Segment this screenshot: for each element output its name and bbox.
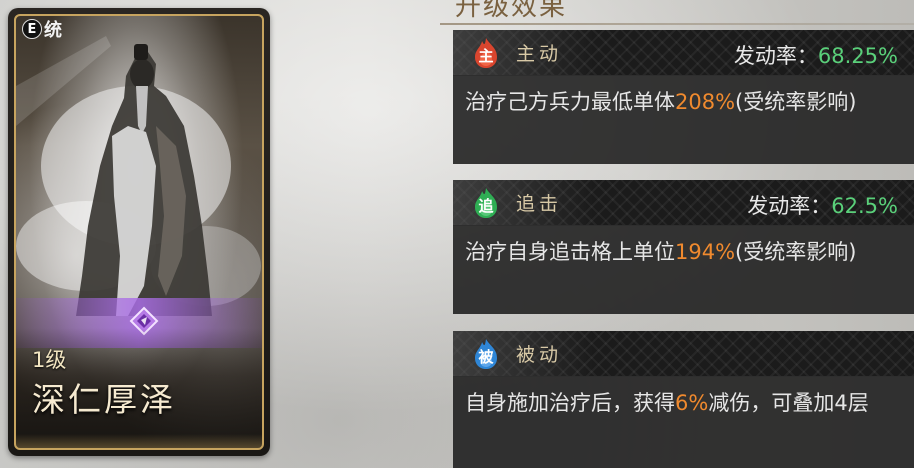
frame-corner: [16, 428, 36, 448]
title-divider: [440, 23, 914, 25]
command-badge: E 统: [16, 14, 68, 44]
skill-pursuit: 追 追击 发动率：62.5% 治疗自身追击格上单位194%(受统率影响): [453, 180, 914, 314]
active-flame-icon: 主: [470, 37, 502, 69]
skill-header: 被 被动: [453, 331, 914, 377]
trigger-rate: 发动率：62.5%: [747, 190, 898, 220]
frame-corner: [242, 428, 262, 448]
highlight-value: 208%: [675, 90, 736, 114]
skill-description: 治疗自身追击格上单位194%(受统率影响): [465, 240, 857, 264]
skill-description: 治疗己方兵力最低单体208%(受统率影响): [465, 90, 857, 114]
trigger-rate: 发动率：68.25%: [734, 40, 898, 70]
skill-description: 自身施加治疗后，获得6%减伤，可叠加4层: [465, 391, 869, 415]
skill-passive: 被 被动 自身施加治疗后，获得6%减伤，可叠加4层: [453, 331, 914, 468]
skill-type-label: 追击: [516, 193, 563, 215]
badge-label: 统: [44, 20, 62, 41]
highlight-value: 194%: [675, 240, 736, 264]
highlight-value: 6%: [675, 391, 709, 415]
rate-value: 68.25%: [817, 44, 898, 68]
card-name: 深仁厚泽: [32, 380, 176, 419]
passive-flame-icon: 被: [470, 338, 502, 370]
skill-header: 主 主动 发动率：68.25%: [453, 30, 914, 76]
skill-active: 主 主动 发动率：68.25% 治疗己方兵力最低单体208%(受统率影响): [453, 30, 914, 164]
card-level: 1级: [32, 348, 67, 372]
section-title: 升级效果: [455, 0, 568, 22]
badge-mark-icon: E: [22, 19, 42, 39]
card-frame: 1级 深仁厚泽: [14, 14, 264, 450]
skill-type-label: 被动: [516, 344, 563, 366]
card-footer-ornament: [16, 434, 262, 448]
rate-value: 62.5%: [831, 194, 898, 218]
rate-label: 发动率：: [733, 44, 818, 68]
frame-corner: [242, 16, 262, 36]
hero-card[interactable]: 1级 深仁厚泽 E 统: [8, 8, 270, 456]
skill-type-label: 主动: [516, 43, 563, 65]
pursuit-flame-icon: 追: [470, 187, 502, 219]
rate-label: 发动率：: [747, 194, 832, 218]
skill-header: 追 追击 发动率：62.5%: [453, 180, 914, 226]
